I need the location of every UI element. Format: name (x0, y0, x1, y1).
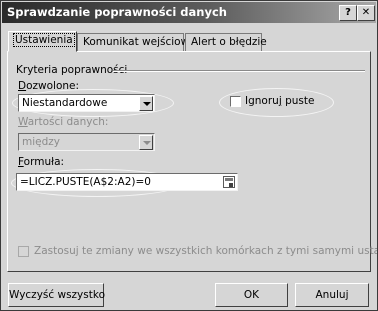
ignore-blank-label-post: puste (281, 95, 315, 107)
formula-label: Formuła: (18, 156, 64, 168)
tab-error-alert[interactable]: Alert o błędzie (185, 33, 267, 51)
tab-input-message-label: Komunikat wejściowy (83, 36, 196, 48)
allow-dropdown[interactable]: Niestandardowe (18, 94, 155, 112)
group-separator (113, 70, 365, 72)
formula-label-rest: ormuła: (23, 156, 65, 168)
ok-button[interactable]: OK (215, 283, 288, 307)
data-label: Wartości danych: (18, 116, 108, 128)
data-dropdown[interactable]: między (18, 133, 155, 151)
data-label-mnemonic: W (18, 116, 28, 128)
cancel-button[interactable]: Anuluj (295, 283, 369, 307)
tab-settings[interactable]: Ustawienia (8, 31, 77, 52)
chevron-down-icon[interactable] (139, 96, 153, 111)
tab-error-alert-label: Alert o błędzie (191, 36, 267, 48)
help-icon[interactable]: ? (339, 5, 357, 21)
ignore-blank-checkbox[interactable] (230, 96, 241, 107)
tab-input-message[interactable]: Komunikat wejściowy (77, 33, 195, 51)
allow-dropdown-value: Niestandardowe (22, 97, 108, 109)
tab-settings-label: Ustawienia (13, 33, 75, 47)
data-dropdown-value: między (22, 136, 60, 148)
data-label-rest: artości danych: (27, 116, 109, 128)
clear-all-button[interactable]: Wyczyść wszystko (8, 283, 105, 307)
formula-input-value: =LICZ.PUSTE(A$2:A2)=0 (20, 176, 151, 188)
apply-all-label: Zastosuj te zmiany we wszystkich komórka… (34, 245, 377, 257)
data-validation-dialog: Sprawdzanie poprawności danych ? ✕ Ustaw… (0, 0, 378, 311)
apply-all-checkbox[interactable] (18, 246, 29, 257)
chevron-down-icon[interactable] (139, 135, 153, 150)
criteria-group-title: Kryteria poprawności (16, 64, 128, 76)
allow-label-mnemonic: D (18, 80, 27, 92)
ignore-blank-label: Ignoruj puste (245, 95, 314, 107)
window-title: Sprawdzanie poprawności danych (7, 5, 227, 19)
title-bar[interactable]: Sprawdzanie poprawności danych ? ✕ (2, 2, 376, 23)
formula-input[interactable]: =LICZ.PUSTE(A$2:A2)=0 (16, 173, 238, 191)
ignore-blank-label-pre: Ignoru (245, 95, 279, 107)
range-select-icon[interactable] (223, 176, 235, 188)
close-icon[interactable]: ✕ (357, 5, 375, 21)
